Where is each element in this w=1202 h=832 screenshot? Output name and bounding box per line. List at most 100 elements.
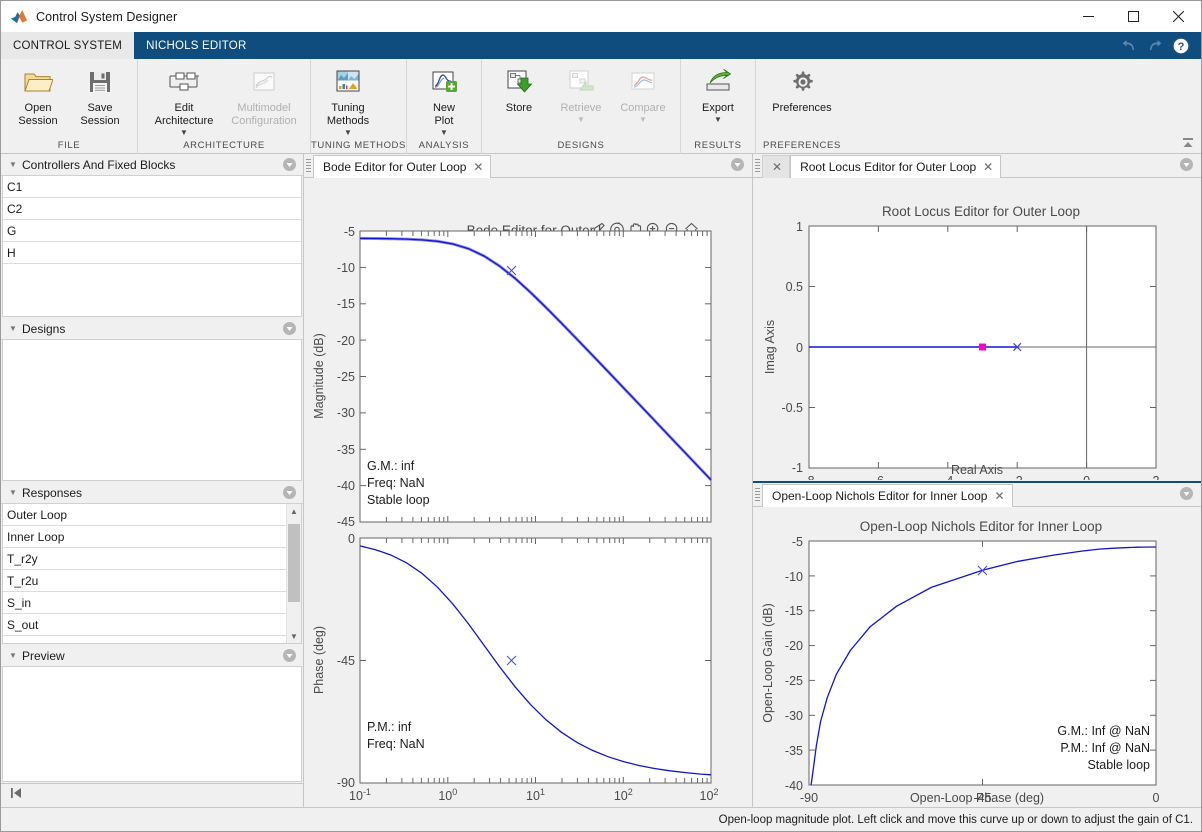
panel-title-responses: Responses	[22, 486, 82, 500]
nichols-pm-text: P.M.: Inf @ NaN	[1060, 741, 1150, 755]
collapse-triangle-icon[interactable]: ▼	[4, 651, 22, 660]
export-button[interactable]: Export ▼	[687, 63, 749, 133]
bode-plot-area[interactable]: Bode Editor for Outer L	[304, 178, 752, 807]
store-button[interactable]: Store	[488, 63, 550, 133]
undo-icon[interactable]	[1119, 36, 1139, 56]
list-item[interactable]: T_r2u	[3, 570, 286, 592]
edit-architecture-button[interactable]: Edit Architecture ▼	[144, 63, 224, 137]
list-item[interactable]: C2	[3, 198, 301, 220]
tab-control-system-label: CONTROL SYSTEM	[13, 40, 122, 52]
panel-header-controllers[interactable]: ▼ Controllers And Fixed Blocks	[1, 154, 303, 176]
svg-text:-35: -35	[785, 744, 803, 758]
panel-header-preview[interactable]: ▼ Preview	[1, 645, 303, 667]
responses-scrollbar[interactable]: ▲ ▼	[286, 504, 301, 643]
nichols-panel-options-icon[interactable]	[1179, 486, 1194, 501]
bode-plot-svg[interactable]: Bode Editor for Outer L	[304, 178, 752, 807]
collapse-triangle-icon[interactable]: ▼	[4, 488, 22, 497]
list-item[interactable]: H	[3, 242, 301, 264]
controllers-list[interactable]: C1 C2 G H	[3, 176, 301, 316]
ribbon-group-tuning-methods-label: TUNING METHODS	[311, 138, 406, 154]
panel-options-icon-responses[interactable]	[282, 485, 297, 500]
collapse-triangle-icon[interactable]: ▼	[4, 324, 22, 333]
chevron-down-icon[interactable]: ▼	[180, 129, 188, 137]
panel-drag-grip[interactable]	[753, 153, 762, 177]
ribbon-group-analysis: New Plot ▼ ANALYSIS	[406, 59, 481, 154]
panel-header-designs[interactable]: ▼ Designs	[1, 318, 303, 340]
collapse-triangle-icon[interactable]: ▼	[4, 160, 22, 169]
retrieve-button[interactable]: Retrieve ▼	[550, 63, 612, 133]
rootlocus-plot-area[interactable]: Root Locus Editor for Outer Loop	[753, 178, 1201, 481]
save-session-button[interactable]: Save Session	[69, 63, 131, 133]
panel-drag-grip[interactable]	[753, 482, 762, 506]
panel-options-icon-designs[interactable]	[282, 321, 297, 336]
scroll-up-icon[interactable]: ▲	[290, 504, 298, 518]
open-session-button[interactable]: Open Session	[7, 63, 69, 133]
panel-body-designs	[2, 340, 302, 481]
list-item[interactable]: G	[3, 220, 301, 242]
close-icon[interactable]: ✕	[772, 161, 782, 173]
responses-list[interactable]: Outer Loop Inner Loop T_r2y T_r2u S_in S…	[3, 504, 286, 643]
export-label: Export	[702, 102, 734, 115]
open-session-label: Open Session	[18, 102, 57, 128]
doctab-root-locus-editor-label: Root Locus Editor for Outer Loop	[800, 160, 976, 174]
chevron-down-icon[interactable]: ▼	[714, 116, 722, 124]
close-icon[interactable]: ✕	[473, 161, 483, 173]
main-body: ▼ Controllers And Fixed Blocks C1 C2 G H	[1, 154, 1201, 807]
rootlocus-plot-svg[interactable]: Root Locus Editor for Outer Loop	[753, 178, 1201, 480]
bode-panel-options-icon[interactable]	[730, 157, 745, 172]
rootlocus-panel-options-icon[interactable]	[1179, 157, 1194, 172]
tab-control-system[interactable]: CONTROL SYSTEM	[1, 32, 134, 59]
doctab-bode-editor[interactable]: Bode Editor for Outer Loop ✕	[313, 155, 491, 178]
panel-options-icon-preview[interactable]	[282, 648, 297, 663]
designs-list[interactable]	[3, 340, 301, 480]
tuning-methods-label: Tuning Methods	[327, 102, 369, 128]
scroll-down-icon[interactable]: ▼	[290, 629, 298, 643]
close-icon[interactable]: ✕	[994, 490, 1004, 502]
bode-gm-freq-text: Freq: NaN	[367, 476, 425, 490]
chevron-down-icon[interactable]: ▼	[344, 129, 352, 137]
new-plot-button[interactable]: New Plot ▼	[413, 63, 475, 137]
ribbon-group-tuning-methods: Tuning Methods ▼ TUNING METHODS	[310, 59, 406, 154]
doctab-nichols-editor[interactable]: Open-Loop Nichols Editor for Inner Loop …	[762, 484, 1013, 507]
nichols-plot-svg[interactable]: Open-Loop Nichols Editor for Inner Loop	[753, 507, 1201, 807]
panel-drag-grip[interactable]	[304, 153, 313, 177]
doctab-root-locus-editor[interactable]: Root Locus Editor for Outer Loop ✕	[790, 155, 1001, 178]
list-item[interactable]: T_r2y	[3, 548, 286, 570]
tuning-icon	[333, 65, 363, 99]
minimize-button[interactable]	[1066, 1, 1111, 32]
list-item[interactable]: Inner Loop	[3, 526, 286, 548]
multimodel-configuration-label: Multimodel Configuration	[231, 102, 296, 128]
maximize-button[interactable]	[1111, 1, 1156, 32]
compare-button[interactable]: Compare ▼	[612, 63, 674, 133]
doctab-collapsed[interactable]: ✕	[762, 155, 790, 178]
list-item[interactable]: S_in	[3, 592, 286, 614]
rootlocus-title: Root Locus Editor for Outer Loop	[882, 204, 1080, 219]
ribbon-group-preferences-label: PREFERENCES	[756, 138, 848, 154]
redo-icon[interactable]	[1145, 36, 1165, 56]
close-button[interactable]	[1156, 1, 1201, 32]
scrollbar-thumb[interactable]	[288, 524, 300, 602]
list-item[interactable]: Outer Loop	[3, 504, 286, 526]
panel-header-responses[interactable]: ▼ Responses	[1, 482, 303, 504]
preferences-button[interactable]: Preferences	[762, 63, 842, 133]
list-item[interactable]: C1	[3, 176, 301, 198]
nichols-stability-text: Stable loop	[1087, 758, 1150, 772]
multimodel-configuration-button[interactable]: Multimodel Configuration	[224, 63, 304, 133]
close-icon[interactable]: ✕	[983, 161, 993, 173]
nichols-plot-area[interactable]: Open-Loop Nichols Editor for Inner Loop	[753, 507, 1201, 807]
svg-text:-5: -5	[344, 225, 355, 239]
tab-nichols-editor[interactable]: NICHOLS EDITOR	[134, 32, 258, 59]
collapse-left-icon[interactable]	[9, 786, 25, 805]
rootlocus-closed-loop-gain-marker[interactable]	[979, 344, 986, 351]
store-icon	[504, 65, 534, 99]
chevron-down-icon[interactable]: ▼	[577, 116, 585, 124]
help-icon[interactable]: ?	[1171, 36, 1191, 56]
tuning-methods-button[interactable]: Tuning Methods ▼	[317, 63, 379, 137]
chevron-down-icon[interactable]: ▼	[639, 116, 647, 124]
panel-options-icon-controllers[interactable]	[282, 157, 297, 172]
collapse-ribbon-icon[interactable]	[1179, 135, 1197, 151]
list-item[interactable]: S_out	[3, 614, 286, 636]
chevron-down-icon[interactable]: ▼	[440, 129, 448, 137]
nichols-gm-text: G.M.: Inf @ NaN	[1057, 724, 1150, 738]
scrollbar-track[interactable]	[287, 518, 301, 629]
